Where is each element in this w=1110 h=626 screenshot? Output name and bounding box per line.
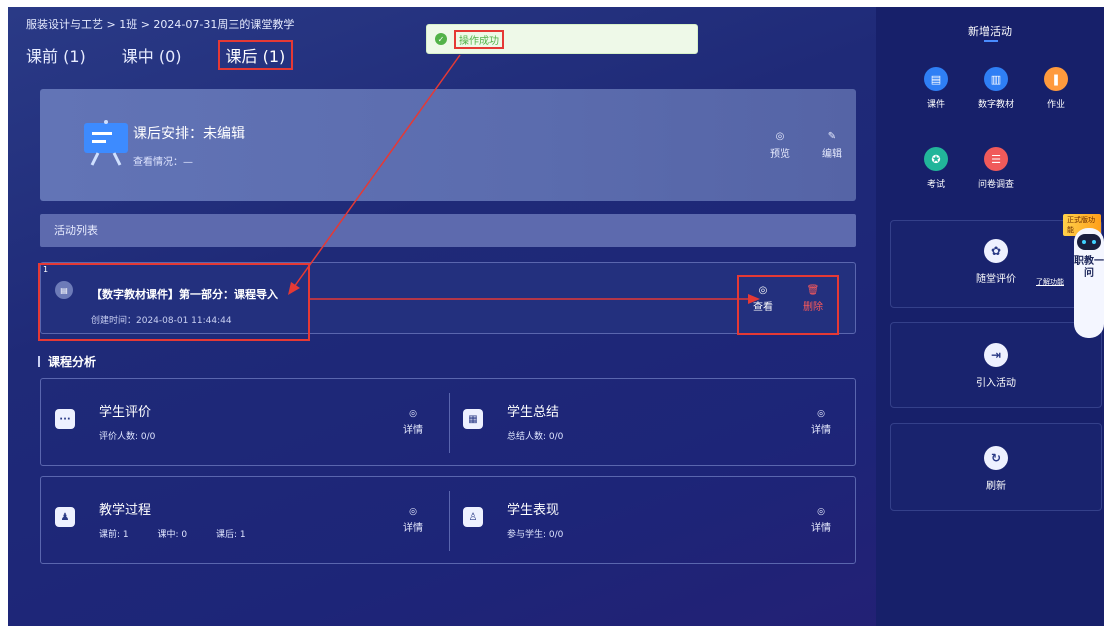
analysis-card-row-2: ♟ 教学过程 课前: 1 课中: 0 课后: 1 ◎ 详情 ♙ 学生表现 参与学… [40,476,856,564]
detail-label: 详情 [403,425,423,436]
analysis-card-row-1: ··· 学生评价 评价人数: 0/0 ◎ 详情 ▦ 学生总结 总结人数: 0/0… [40,378,856,466]
detail-button[interactable]: ◎ 详情 [403,507,423,534]
survey-icon: ☰ [984,147,1008,171]
tool-label: 问卷调查 [977,180,1014,190]
robot-eye [1082,240,1086,244]
stat-sub: 课前: 1 课中: 0 课后: 1 [99,527,272,540]
detail-button[interactable]: ◎ 详情 [811,507,831,534]
tool-homework[interactable]: ❚ 作业 [1032,67,1080,110]
title-accent-bar [38,356,40,367]
tool-exam[interactable]: ✪ 考试 [912,147,960,190]
import-icon: ⇥ [984,343,1008,367]
after-class-count: 课后: 1 [216,530,246,540]
app-window: 服装设计与工艺 > 1班 > 2024-07-31周三的课堂教学 课前 (1) … [8,7,1104,626]
exam-icon: ✪ [924,147,948,171]
tool-label: 课件 [926,100,945,110]
comment-icon: ··· [55,409,75,429]
toast-message: 操作成功 [454,29,504,49]
stat-sub: 评价人数: 0/0 [99,432,156,442]
stat-title: 学生表现 [507,503,560,518]
view-button[interactable]: ◎ 查看 [753,285,773,313]
refresh-icon: ↻ [984,446,1008,470]
assistant-label: 职教一问 [1074,256,1104,279]
eye-icon: ◎ [817,507,825,517]
student-performance-stat: ♙ 学生表现 参与学生: 0/0 ◎ 详情 [449,477,857,565]
tool-courseware[interactable]: ▤ 课件 [912,67,960,110]
stat-title: 学生总结 [507,405,560,420]
edit-button[interactable]: ✎ 编辑 [822,131,842,160]
eye-icon: ◎ [409,409,417,419]
pencil-icon: ✎ [827,131,837,142]
detail-label: 详情 [811,425,831,436]
main-panel: 服装设计与工艺 > 1班 > 2024-07-31周三的课堂教学 课前 (1) … [8,7,876,626]
eye-icon: ◎ [409,507,417,517]
stat-title: 教学过程 [99,503,152,518]
check-circle-icon: ✓ [435,33,447,45]
view-label: 查看 [753,302,773,313]
detail-label: 详情 [811,523,831,534]
sidebar-title: 新增活动 [968,25,1012,38]
student-summary-stat: ▦ 学生总结 总结人数: 0/0 ◎ 详情 [449,379,857,467]
plan-title: 课后安排：未编辑 [133,126,245,142]
preview-button[interactable]: ◎ 预览 [770,131,790,160]
blackboard-icon [84,120,128,166]
import-activity-label: 引入活动 [976,378,1016,389]
student-icon: ♙ [463,507,483,527]
edit-label: 编辑 [822,149,842,160]
stat-title: 学生评价 [99,405,152,420]
activity-list-header: 活动列表 [40,214,856,247]
success-toast: ✓ 操作成功 [426,24,698,54]
robot-icon [1077,234,1101,250]
assistant-widget[interactable]: 职教一问 [1074,228,1104,338]
session-tabs: 课前 (1) 课中 (0) 课后 (1) [26,40,329,70]
plan-status: 查看情况：— [133,157,193,168]
stat-sub: 参与学生: 0/0 [507,530,564,540]
detail-button[interactable]: ◎ 详情 [403,409,423,436]
eye-icon: ◎ [817,409,825,419]
detail-label: 详情 [403,523,423,534]
courseware-icon: ▤ [924,67,948,91]
course-analysis-label: 课程分析 [48,355,97,369]
tool-survey[interactable]: ☰ 问卷调查 [972,147,1020,190]
refresh-card[interactable]: ↻ 刷新 [890,423,1102,511]
textbook-icon: ▥ [984,67,1008,91]
before-class-count: 课前: 1 [99,530,129,540]
activity-highlight-box [38,263,310,341]
tab-in-class[interactable]: 课中 (0) [122,43,182,70]
classroom-eval-label: 随堂评价 [976,274,1016,285]
trash-icon: 🗑 [806,285,820,296]
tool-label: 作业 [1046,100,1065,110]
in-class-count: 课中: 0 [157,530,188,540]
preview-label: 预览 [770,149,790,160]
classroom-eval-card[interactable]: 正式版功能 ✿ 随堂评价 了解功能 [890,214,1102,308]
import-activity-card[interactable]: ⇥ 引入活动 [890,322,1102,408]
delete-label: 删除 [803,302,823,313]
flower-icon: ✿ [984,239,1008,263]
eye-icon: ◎ [775,131,785,142]
after-class-plan-card: 课后安排：未编辑 查看情况：— ◎ 预览 ✎ 编辑 [40,89,856,201]
refresh-label: 刷新 [986,481,1006,492]
teacher-icon: ♟ [55,507,75,527]
document-icon: ▦ [463,409,483,429]
tool-digital-textbook[interactable]: ▥ 数字教材 [972,67,1020,110]
add-activity-sidebar: 新增活动 ▤ 课件 ▥ 数字教材 ❚ 作业 ✪ 考试 ☰ 问卷调查 正式版功能 … [876,7,1104,626]
stat-sub: 总结人数: 0/0 [507,432,564,442]
tool-label: 考试 [926,180,945,190]
tab-after-class[interactable]: 课后 (1) [217,40,294,70]
book-icon: ❚ [1044,67,1068,91]
tab-before-class[interactable]: 课前 (1) [26,43,86,70]
tool-label: 数字教材 [977,100,1014,110]
eye-icon: ◎ [758,285,768,296]
teaching-process-stat: ♟ 教学过程 课前: 1 课中: 0 课后: 1 ◎ 详情 [41,477,449,565]
delete-button[interactable]: 🗑 删除 [803,285,823,313]
breadcrumb: 服装设计与工艺 > 1班 > 2024-07-31周三的课堂教学 [26,18,295,31]
student-evaluation-stat: ··· 学生评价 评价人数: 0/0 ◎ 详情 [41,379,449,467]
sidebar-title-underline [984,40,998,42]
learn-feature-link[interactable]: 了解功能 [1036,277,1064,287]
detail-button[interactable]: ◎ 详情 [811,409,831,436]
robot-eye [1092,240,1096,244]
course-analysis-title: 课程分析 [38,353,96,370]
